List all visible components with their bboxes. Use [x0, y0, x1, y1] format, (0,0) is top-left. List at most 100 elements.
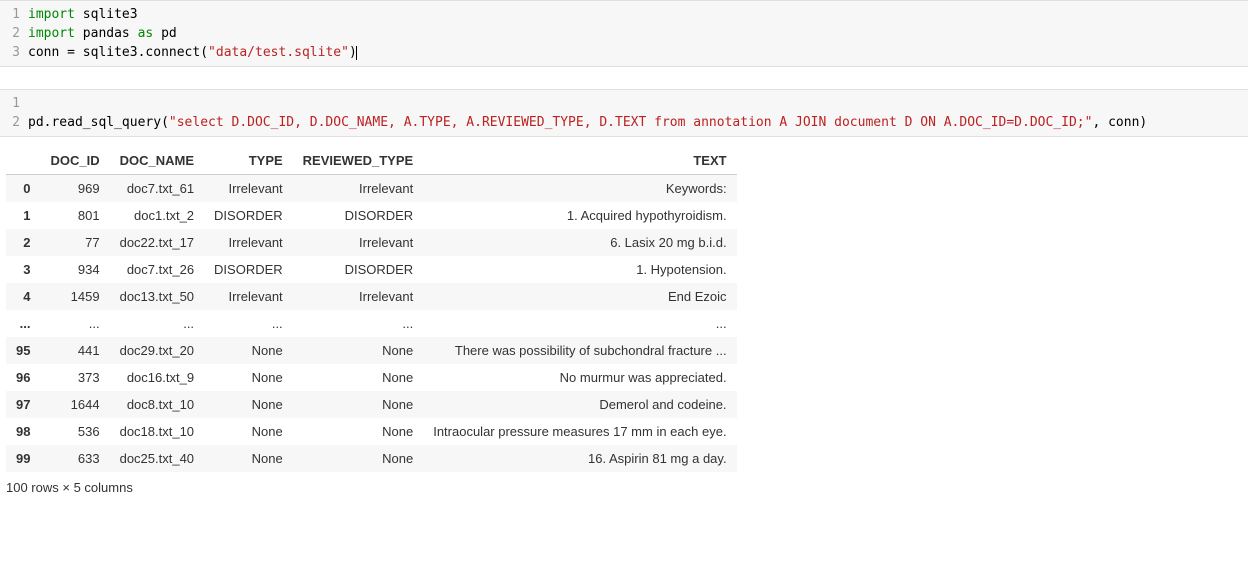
table-row: 98536doc18.txt_10NoneNoneIntraocular pre…: [6, 418, 737, 445]
cell: doc1.txt_2: [110, 202, 204, 229]
cell: doc8.txt_10: [110, 391, 204, 418]
cell: 1. Acquired hypothyroidism.: [423, 202, 736, 229]
dataframe-shape: 100 rows × 5 columns: [6, 480, 1242, 495]
table-row: ..................: [6, 310, 737, 337]
cell: 77: [40, 229, 109, 256]
index-header: [6, 147, 40, 175]
column-header: REVIEWED_TYPE: [293, 147, 424, 175]
cell: ...: [423, 310, 736, 337]
row-index: 4: [6, 283, 40, 310]
cell: 1644: [40, 391, 109, 418]
line-number: 1: [0, 94, 28, 113]
row-index: 95: [6, 337, 40, 364]
row-index: 97: [6, 391, 40, 418]
cell: None: [204, 418, 293, 445]
row-index: 1: [6, 202, 40, 229]
cell: Irrelevant: [204, 283, 293, 310]
cell: None: [293, 337, 424, 364]
row-index: 3: [6, 256, 40, 283]
cell: Demerol and codeine.: [423, 391, 736, 418]
cell: 441: [40, 337, 109, 364]
cell: 6. Lasix 20 mg b.i.d.: [423, 229, 736, 256]
cell: Irrelevant: [204, 175, 293, 203]
cell: None: [293, 445, 424, 472]
cell: 1. Hypotension.: [423, 256, 736, 283]
code-content[interactable]: pd.read_sql_query("select D.DOC_ID, D.DO…: [28, 113, 1248, 132]
cell: Irrelevant: [204, 229, 293, 256]
line-number: 1: [0, 5, 28, 24]
cell: DISORDER: [204, 256, 293, 283]
table-row: 96373doc16.txt_9NoneNoneNo murmur was ap…: [6, 364, 737, 391]
cell: Irrelevant: [293, 229, 424, 256]
table-row: 41459doc13.txt_50IrrelevantIrrelevantEnd…: [6, 283, 737, 310]
table-row: 277doc22.txt_17IrrelevantIrrelevant6. La…: [6, 229, 737, 256]
dataframe-table: DOC_IDDOC_NAMETYPEREVIEWED_TYPETEXT 0969…: [6, 147, 737, 472]
row-index: 2: [6, 229, 40, 256]
table-row: 3934doc7.txt_26DISORDERDISORDER1. Hypote…: [6, 256, 737, 283]
cell: Keywords:: [423, 175, 736, 203]
dataframe-output: DOC_IDDOC_NAMETYPEREVIEWED_TYPETEXT 0969…: [0, 147, 1248, 505]
row-index: 96: [6, 364, 40, 391]
line-number: 2: [0, 113, 28, 132]
line-number: 3: [0, 43, 28, 62]
column-header: DOC_ID: [40, 147, 109, 175]
text-cursor: [356, 46, 357, 60]
cell: ...: [293, 310, 424, 337]
cell: doc25.txt_40: [110, 445, 204, 472]
cell: Irrelevant: [293, 283, 424, 310]
cell: doc18.txt_10: [110, 418, 204, 445]
line-number: 2: [0, 24, 28, 43]
row-index: 0: [6, 175, 40, 203]
row-index: 98: [6, 418, 40, 445]
cell: End Ezoic: [423, 283, 736, 310]
cell: doc16.txt_9: [110, 364, 204, 391]
cell: 16. Aspirin 81 mg a day.: [423, 445, 736, 472]
column-header: TYPE: [204, 147, 293, 175]
cell: 373: [40, 364, 109, 391]
cell: doc13.txt_50: [110, 283, 204, 310]
cell: Irrelevant: [293, 175, 424, 203]
cell: doc7.txt_61: [110, 175, 204, 203]
cell: ...: [40, 310, 109, 337]
cell: None: [293, 418, 424, 445]
cell: 536: [40, 418, 109, 445]
code-content[interactable]: import pandas as pd: [28, 24, 1248, 43]
cell: ...: [204, 310, 293, 337]
cell: There was possibility of subchondral fra…: [423, 337, 736, 364]
code-line[interactable]: 3conn = sqlite3.connect("data/test.sqlit…: [0, 43, 1248, 62]
cell: doc29.txt_20: [110, 337, 204, 364]
cell: 633: [40, 445, 109, 472]
cell: None: [204, 445, 293, 472]
cell: doc22.txt_17: [110, 229, 204, 256]
cell: None: [293, 391, 424, 418]
code-content[interactable]: conn = sqlite3.connect("data/test.sqlite…: [28, 43, 1248, 62]
cell: None: [293, 364, 424, 391]
cell: None: [204, 391, 293, 418]
cell: 934: [40, 256, 109, 283]
cell: No murmur was appreciated.: [423, 364, 736, 391]
code-content[interactable]: import sqlite3: [28, 5, 1248, 24]
cell: Intraocular pressure measures 17 mm in e…: [423, 418, 736, 445]
code-line[interactable]: 2pd.read_sql_query("select D.DOC_ID, D.D…: [0, 113, 1248, 132]
cell: None: [204, 337, 293, 364]
code-cell-2[interactable]: 12pd.read_sql_query("select D.DOC_ID, D.…: [0, 89, 1248, 137]
table-row: 0969doc7.txt_61IrrelevantIrrelevantKeywo…: [6, 175, 737, 203]
cell: DISORDER: [293, 202, 424, 229]
cell: doc7.txt_26: [110, 256, 204, 283]
code-cell-1[interactable]: 1import sqlite32import pandas as pd3conn…: [0, 0, 1248, 67]
code-line[interactable]: 1: [0, 94, 1248, 113]
code-line[interactable]: 1import sqlite3: [0, 5, 1248, 24]
table-row: 971644doc8.txt_10NoneNoneDemerol and cod…: [6, 391, 737, 418]
cell: ...: [110, 310, 204, 337]
table-row: 99633doc25.txt_40NoneNone16. Aspirin 81 …: [6, 445, 737, 472]
cell: 1459: [40, 283, 109, 310]
column-header: TEXT: [423, 147, 736, 175]
table-row: 95441doc29.txt_20NoneNoneThere was possi…: [6, 337, 737, 364]
column-header: DOC_NAME: [110, 147, 204, 175]
table-row: 1801doc1.txt_2DISORDERDISORDER1. Acquire…: [6, 202, 737, 229]
cell: DISORDER: [293, 256, 424, 283]
cell: 969: [40, 175, 109, 203]
code-line[interactable]: 2import pandas as pd: [0, 24, 1248, 43]
cell: 801: [40, 202, 109, 229]
cell: DISORDER: [204, 202, 293, 229]
